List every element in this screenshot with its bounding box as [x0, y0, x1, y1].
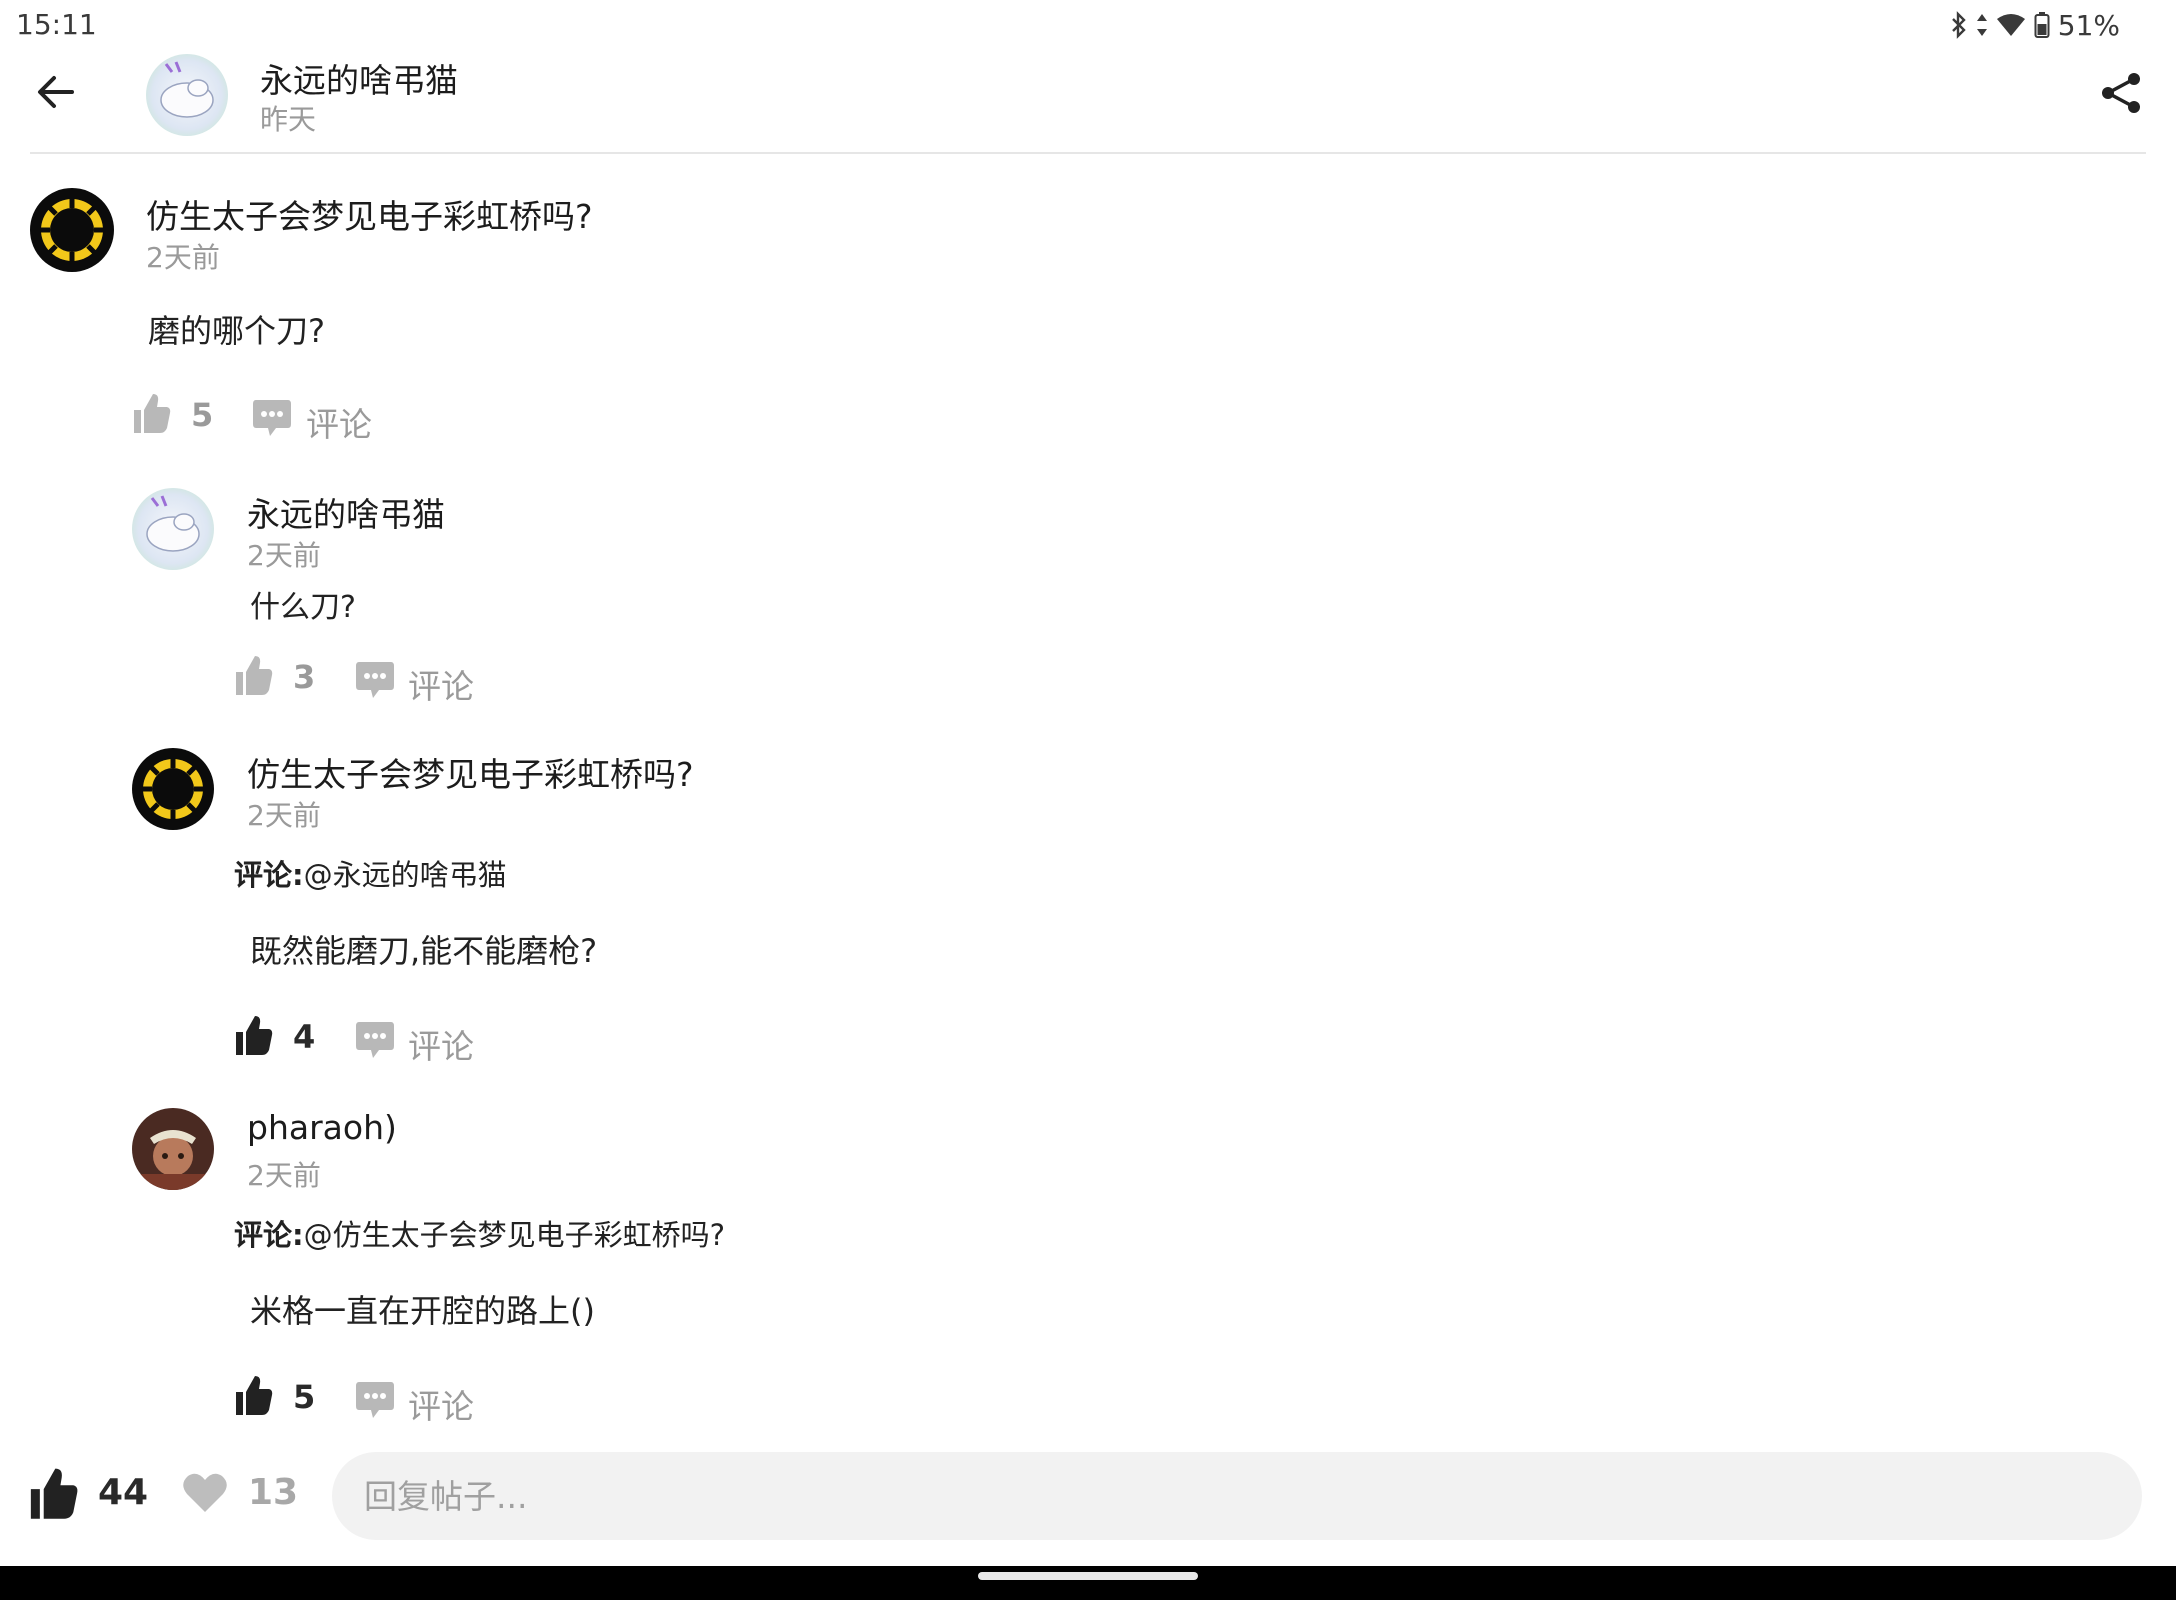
comment-author[interactable]: 仿生太子会梦见电子彩虹桥吗?	[146, 190, 593, 238]
reply-content: 什么刀?	[250, 590, 356, 625]
thumbs-up-icon	[234, 1376, 274, 1420]
reply-content: 米格一直在开腔的路上()	[250, 1292, 595, 1330]
reply-author[interactable]: 仿生太子会梦见电子彩虹桥吗?	[247, 748, 694, 796]
thumbs-up-icon	[132, 394, 172, 438]
comment-bubble-icon	[252, 400, 292, 444]
battery-percent: 51%	[2057, 8, 2120, 42]
comment-label[interactable]: 评论	[306, 398, 372, 446]
wifi-icon	[1996, 13, 2026, 37]
status-icons: 51%	[1950, 8, 2120, 42]
reply-time: 2天前	[247, 799, 321, 832]
heart-icon	[182, 1473, 228, 1518]
thumbs-up-icon	[28, 1468, 80, 1524]
reply-avatar[interactable]	[132, 1108, 214, 1190]
reply-comment-button[interactable]	[355, 1380, 399, 1422]
comment-bubble-icon	[355, 662, 395, 706]
thumbs-up-icon	[234, 1016, 274, 1060]
comment-content: 磨的哪个刀?	[148, 312, 325, 350]
reply-like-count: 4	[293, 1018, 316, 1056]
reply-content: 既然能磨刀,能不能磨枪?	[250, 932, 598, 970]
bluetooth-icon	[1950, 11, 1968, 39]
comment-avatar[interactable]	[30, 188, 114, 272]
reply-avatar[interactable]	[132, 748, 214, 830]
header-author[interactable]: 永远的啥弔猫	[260, 54, 458, 102]
status-bar: 15:11 51%	[0, 0, 2176, 52]
thumbs-up-icon	[234, 656, 274, 700]
comment-bubble-icon	[355, 1382, 395, 1426]
reply-like-count: 3	[293, 658, 316, 696]
reply-like-button[interactable]	[234, 654, 280, 700]
battery-icon	[2034, 11, 2050, 39]
favorite-count: 13	[248, 1472, 299, 1513]
like-count: 5	[191, 396, 214, 434]
reply-label: 评论:	[234, 1218, 304, 1252]
home-gesture-handle[interactable]	[978, 1572, 1198, 1580]
arrow-left-icon	[34, 76, 78, 118]
reply-label: 评论:	[234, 858, 304, 892]
comment-button[interactable]	[252, 398, 296, 440]
like-button[interactable]	[132, 392, 178, 438]
post-like-count: 44	[98, 1472, 149, 1513]
header-time: 昨天	[260, 103, 317, 136]
reply-comment-button[interactable]	[355, 660, 399, 702]
reply-target-line: 评论:@仿生太子会梦见电子彩虹桥吗?	[234, 1212, 725, 1254]
reply-like-button[interactable]	[234, 1374, 280, 1420]
reply-avatar[interactable]	[132, 488, 214, 570]
reply-like-count: 5	[293, 1378, 316, 1416]
share-icon	[2098, 73, 2144, 120]
comment-bubble-icon	[355, 1022, 395, 1066]
reply-comment-label[interactable]: 评论	[408, 660, 474, 708]
reply-comment-label[interactable]: 评论	[408, 1020, 474, 1068]
reply-author[interactable]: 永远的啥弔猫	[247, 488, 445, 536]
share-button[interactable]	[2098, 70, 2144, 116]
reply-time: 2天前	[247, 539, 321, 572]
header-avatar[interactable]	[146, 54, 228, 136]
status-time: 15:11	[16, 8, 97, 41]
reply-input[interactable]	[332, 1452, 2142, 1540]
reply-comment-button[interactable]	[355, 1020, 399, 1062]
reply-like-button[interactable]	[234, 1014, 280, 1060]
back-button[interactable]	[34, 70, 78, 114]
reply-author[interactable]: pharaoh)	[247, 1108, 397, 1147]
reply-target[interactable]: @仿生太子会梦见电子彩虹桥吗?	[304, 1218, 725, 1252]
post-like-button[interactable]	[28, 1466, 82, 1522]
reply-time: 2天前	[247, 1159, 321, 1192]
favorite-button[interactable]	[182, 1472, 228, 1516]
header-divider	[30, 152, 2146, 154]
reply-target[interactable]: @永远的啥弔猫	[304, 858, 507, 892]
reply-target-line: 评论:@永远的啥弔猫	[234, 852, 507, 894]
reply-comment-label[interactable]: 评论	[408, 1380, 474, 1428]
comment-time: 2天前	[146, 241, 220, 274]
data-arrows-icon	[1976, 12, 1988, 38]
